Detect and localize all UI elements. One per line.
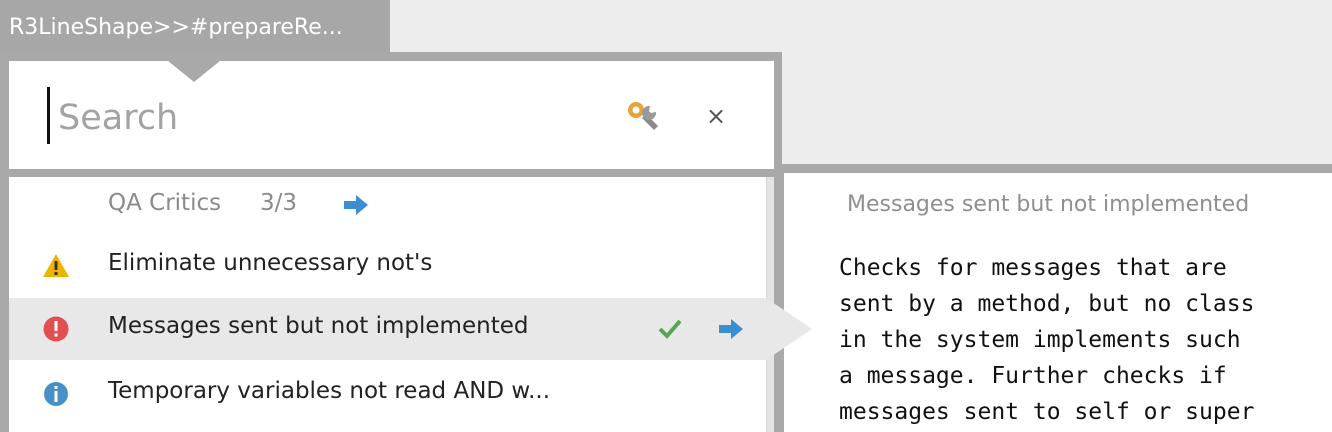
arrow-right-icon[interactable] xyxy=(717,317,745,341)
window-title-tab: R3LineShape>>#prepareRe... xyxy=(0,0,390,52)
search-input[interactable] xyxy=(58,92,578,144)
arrow-right-icon[interactable] xyxy=(342,193,370,217)
error-icon xyxy=(43,316,69,342)
critics-list: QA Critics 3/3 Eliminate unnecessary not… xyxy=(9,177,766,432)
group-title: QA Critics xyxy=(108,190,222,216)
selection-pointer xyxy=(766,298,812,360)
detail-description: Checks for messages that are sent by a m… xyxy=(839,255,1255,425)
list-item-label: Messages sent but not implemented xyxy=(108,313,529,339)
text-caret xyxy=(47,87,50,144)
list-item[interactable]: Eliminate unnecessary not's xyxy=(9,235,766,297)
detail-title: Messages sent but not implemented xyxy=(847,192,1250,217)
check-icon[interactable] xyxy=(657,316,683,342)
window-title: R3LineShape>>#prepareRe... xyxy=(9,15,343,40)
popup-pointer xyxy=(168,61,220,82)
list-item[interactable]: Temporary variables not read AND w... xyxy=(9,363,766,425)
list-item-selected[interactable]: Messages sent but not implemented xyxy=(9,298,766,360)
info-icon xyxy=(44,382,68,406)
group-header[interactable]: QA Critics 3/3 xyxy=(9,177,766,235)
list-item-label: Temporary variables not read AND w... xyxy=(108,378,551,404)
settings-icon[interactable] xyxy=(624,98,662,136)
warning-icon xyxy=(43,254,69,277)
group-count: 3/3 xyxy=(260,190,298,216)
list-item-label: Eliminate unnecessary not's xyxy=(108,250,433,276)
close-icon[interactable]: × xyxy=(700,100,732,132)
